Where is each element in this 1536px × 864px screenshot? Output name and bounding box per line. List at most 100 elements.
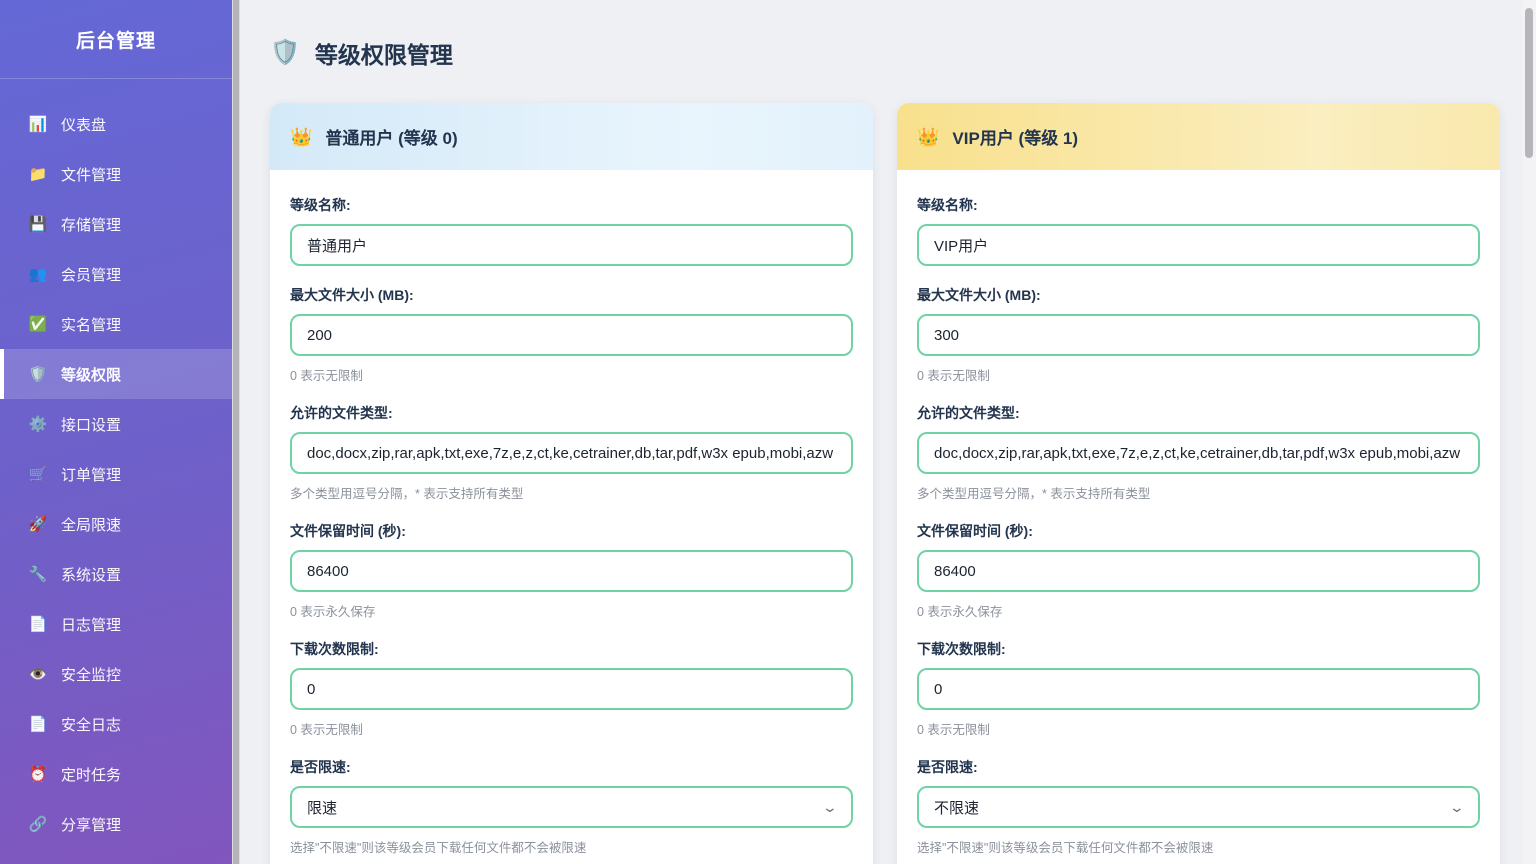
level-card-level-1: 👑VIP用户 (等级 1)等级名称:最大文件大小 (MB):0 表示无限制允许的… [897, 103, 1500, 864]
level-card-level-0: 👑 普通用户 (等级 0) 等级名称: 最大文件大小 (MB): 0 表示无限制允许的文… [270, 103, 873, 864]
card-header-level-0: 👑 普通用户 (等级 0) [270, 103, 873, 170]
members-icon: 👥 [28, 265, 48, 283]
field-select[interactable]: 不限速 ⌄ [917, 786, 1480, 828]
sidebar: 后台管理 📊仪表盘 📁 文件管理 💾存储管理 👥 会员管理 ✅ 实名管理 🛡️ 等级权限 ⚙️接口设… [0, 0, 232, 864]
sidebar-item-会员管理[interactable]: 👥 会员管理 [0, 249, 232, 299]
field-hint: 多个类型用逗号分隔，* 表示支持所有类型 [290, 483, 853, 502]
chevron-down-icon: ⌄ [1449, 800, 1465, 814]
field-label: 下载次数限制: [917, 639, 1480, 659]
field-label: 文件保留时间 (秒): [290, 521, 853, 541]
field-hint: 0 表示无限制 [917, 365, 1480, 384]
field-level-0-1: 最大文件大小 (MB): 0 表示无限制 [290, 285, 853, 384]
field-level-0-2: 允许的文件类型:多个类型用逗号分隔，* 表示支持所有类型 [290, 403, 853, 502]
card-body-level-1: 等级名称: 最大文件大小 (MB): 0 表示无限制允许的文件类型: 多个类型用逗号分… [897, 170, 1500, 864]
field-input[interactable] [917, 432, 1480, 474]
page-header: 🛡️ 等级权限管理 [270, 36, 1500, 70]
sidebar-item-日志管理[interactable]: 📄日志管理 [0, 599, 232, 649]
sidebar-scrollbar-thumb[interactable] [233, 0, 239, 864]
field-label: 允许的文件类型: [917, 403, 1480, 423]
field-level-1-2: 允许的文件类型: 多个类型用逗号分隔，* 表示支持所有类型 [917, 403, 1480, 502]
field-input[interactable] [290, 314, 853, 356]
field-input[interactable] [290, 432, 853, 474]
sidebar-item-label: 文件管理 [61, 164, 121, 185]
sidebar-item-label: 实名管理 [61, 314, 121, 335]
field-input[interactable] [917, 224, 1480, 266]
folder-icon: 📁 [28, 165, 48, 183]
field-level-0-0: 等级名称: [290, 195, 853, 266]
chevron-down-icon: ⌄ [822, 800, 838, 814]
sidebar-item-全局限速[interactable]: 🚀全局限速 [0, 499, 232, 549]
sidebar-item-label: 会员管理 [61, 264, 121, 285]
floppy-disk-icon: 💾 [28, 215, 48, 233]
sidebar-item-接口设置[interactable]: ⚙️接口设置 [0, 399, 232, 449]
sidebar-item-label: 安全日志 [61, 714, 121, 735]
shield-icon: 🛡️ [28, 365, 48, 383]
link-icon: 🔗 [28, 815, 48, 833]
page-scrollbar[interactable] [1522, 0, 1536, 864]
sidebar-item-安全监控[interactable]: 👁️ 安全监控 [0, 649, 232, 699]
field-label: 最大文件大小 (MB): [917, 285, 1480, 305]
field-level-0-4: 下载次数限制:0 表示无限制 [290, 639, 853, 738]
sidebar-item-实名管理[interactable]: ✅ 实名管理 [0, 299, 232, 349]
field-input[interactable] [917, 668, 1480, 710]
field-hint: 0 表示永久保存 [917, 601, 1480, 620]
main-content: 🛡️ 等级权限管理 👑 普通用户 (等级 0) 等级名称: 最大文件大小 (MB): 0… [240, 0, 1536, 864]
field-level-1-1: 最大文件大小 (MB): 0 表示无限制 [917, 285, 1480, 384]
app-title: 后台管理 [0, 0, 232, 79]
card-title: VIP用户 (等级 1) [952, 124, 1078, 149]
sidebar-item-系统设置[interactable]: 🔧 系统设置 [0, 549, 232, 599]
field-label: 是否限速: [917, 757, 1480, 777]
shield-icon: 🛡️ [270, 41, 300, 65]
page-title: 等级权限管理 [315, 36, 453, 70]
sidebar-item-label: 等级权限 [61, 364, 121, 385]
sidebar-scrollbar[interactable] [232, 0, 240, 864]
level-cards: 👑普通用户 (等级 0)等级名称:最大文件大小 (MB):0 表示无限制允许的文… [270, 103, 1500, 864]
rocket-icon: 🚀 [28, 515, 48, 533]
eye-icon: 👁️ [28, 665, 48, 683]
crown-icon: 👑 [290, 128, 312, 146]
field-input[interactable] [290, 550, 853, 592]
field-input[interactable] [917, 550, 1480, 592]
wrench-icon: 🔧 [28, 565, 48, 583]
sidebar-item-label: 接口设置 [61, 414, 121, 435]
select-value: 不限速 [934, 797, 979, 818]
sidebar-item-定时任务[interactable]: ⏰ 定时任务 [0, 749, 232, 799]
sidebar-item-label: 日志管理 [61, 614, 121, 635]
field-input[interactable] [917, 314, 1480, 356]
sidebar-item-label: 定时任务 [61, 764, 121, 785]
field-select[interactable]: 限速⌄ [290, 786, 853, 828]
field-label: 下载次数限制: [290, 639, 853, 659]
sidebar-item-订单管理[interactable]: 🛒 订单管理 [0, 449, 232, 499]
field-label: 等级名称: [917, 195, 1480, 215]
sidebar-item-label: 系统设置 [61, 564, 121, 585]
document-icon: 📄 [28, 715, 48, 733]
sidebar-item-label: 安全监控 [61, 664, 121, 685]
page-scrollbar-thumb[interactable] [1525, 8, 1533, 158]
sidebar-menu: 📊仪表盘 📁 文件管理 💾存储管理 👥 会员管理 ✅ 实名管理 🛡️ 等级权限 ⚙️接口设置 🛒 订单管… [0, 79, 232, 849]
check-box-icon: ✅ [28, 315, 48, 333]
field-hint: 0 表示无限制 [290, 365, 853, 384]
card-body-level-0: 等级名称: 最大文件大小 (MB): 0 表示无限制允许的文件类型:多个类型用逗号分… [270, 170, 873, 864]
sidebar-item-文件管理[interactable]: 📁 文件管理 [0, 149, 232, 199]
field-input[interactable] [290, 668, 853, 710]
field-level-0-5: 是否限速:限速⌄选择"不限速"则该等级会员下载任何文件都不会被限速 [290, 757, 853, 856]
field-input[interactable] [290, 224, 853, 266]
field-label: 是否限速: [290, 757, 853, 777]
sidebar-item-label: 分享管理 [61, 814, 121, 835]
sidebar-item-安全日志[interactable]: 📄 安全日志 [0, 699, 232, 749]
card-header-level-1: 👑VIP用户 (等级 1) [897, 103, 1500, 170]
cart-icon: 🛒 [28, 465, 48, 483]
sidebar-item-label: 订单管理 [61, 464, 121, 485]
field-hint: 选择"不限速"则该等级会员下载任何文件都不会被限速 [917, 837, 1480, 856]
field-hint: 0 表示无限制 [917, 719, 1480, 738]
field-label: 文件保留时间 (秒): [917, 521, 1480, 541]
field-hint: 多个类型用逗号分隔，* 表示支持所有类型 [917, 483, 1480, 502]
alarm-clock-icon: ⏰ [28, 765, 48, 783]
sidebar-item-分享管理[interactable]: 🔗 分享管理 [0, 799, 232, 849]
sidebar-item-存储管理[interactable]: 💾存储管理 [0, 199, 232, 249]
sidebar-item-等级权限[interactable]: 🛡️ 等级权限 [0, 349, 232, 399]
field-level-1-0: 等级名称: [917, 195, 1480, 266]
sidebar-item-仪表盘[interactable]: 📊仪表盘 [0, 99, 232, 149]
field-label: 最大文件大小 (MB): [290, 285, 853, 305]
card-title: 普通用户 (等级 0) [325, 124, 457, 149]
